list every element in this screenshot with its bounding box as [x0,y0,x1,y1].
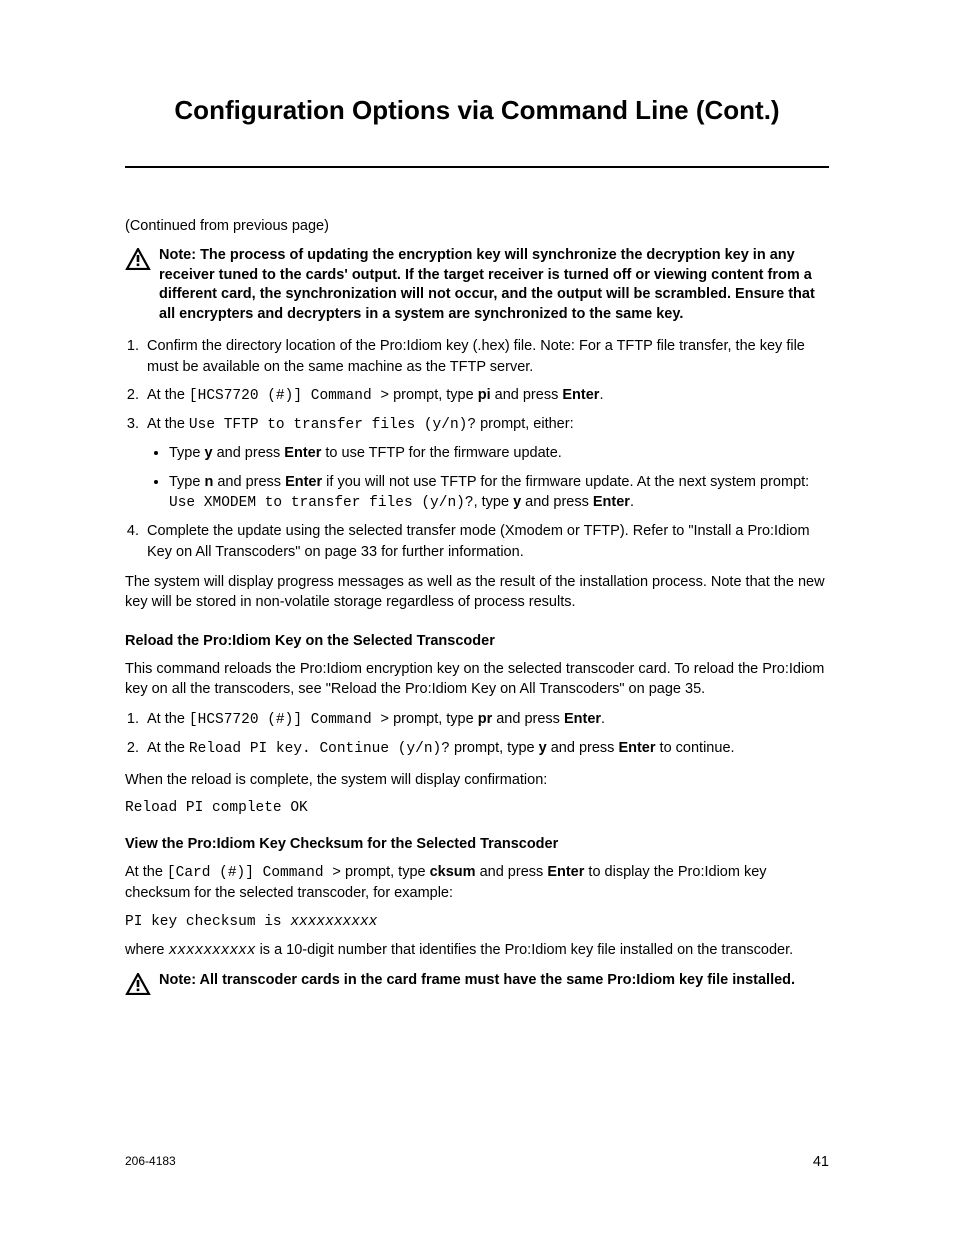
paragraph-progress: The system will display progress message… [125,572,829,613]
reload-step-2: At the Reload PI key. Continue (y/n)? pr… [143,738,829,759]
code-checksum: PI key checksum is xxxxxxxxxx [125,914,829,930]
step-3-sub-1: Type y and press Enter to use TFTP for t… [169,443,829,463]
note-block-1: Note: The process of updating the encryp… [125,246,829,324]
note-block-2: Note: All transcoder cards in the card f… [125,971,829,995]
subhead-checksum: View the Pro:Idiom Key Checksum for the … [125,836,829,852]
paragraph-reload-complete: When the reload is complete, the system … [125,770,829,790]
step-3-sublist: Type y and press Enter to use TFTP for t… [147,443,829,513]
paragraph-checksum-where: where xxxxxxxxxx is a 10-digit number th… [125,940,829,961]
reload-step-1: At the [HCS7720 (#)] Command > prompt, t… [143,709,829,730]
paragraph-checksum-intro: At the [Card (#)] Command > prompt, type… [125,862,829,904]
paragraph-reload-intro: This command reloads the Pro:Idiom encry… [125,659,829,700]
divider [125,166,829,168]
subhead-reload: Reload the Pro:Idiom Key on the Selected… [125,633,829,649]
footer-page-number: 41 [813,1154,829,1170]
step-4: Complete the update using the selected t… [143,521,829,562]
steps-list-1: Confirm the directory location of the Pr… [125,336,829,562]
warning-icon [125,248,151,270]
step-3: At the Use TFTP to transfer files (y/n)?… [143,414,829,513]
step-2: At the [HCS7720 (#)] Command > prompt, t… [143,385,829,406]
note-text-2: Note: All transcoder cards in the card f… [159,971,795,991]
footer-docid: 206-4183 [125,1154,176,1170]
step-1: Confirm the directory location of the Pr… [143,336,829,377]
code-reload-ok: Reload PI complete OK [125,800,829,816]
steps-list-reload: At the [HCS7720 (#)] Command > prompt, t… [125,709,829,760]
warning-icon [125,973,151,995]
continued-label: (Continued from previous page) [125,218,829,234]
note-text-1: Note: The process of updating the encryp… [159,246,829,324]
page-title: Configuration Options via Command Line (… [125,95,829,126]
page-footer: 206-4183 41 [125,1154,829,1170]
step-3-sub-2: Type n and press Enter if you will not u… [169,472,829,514]
